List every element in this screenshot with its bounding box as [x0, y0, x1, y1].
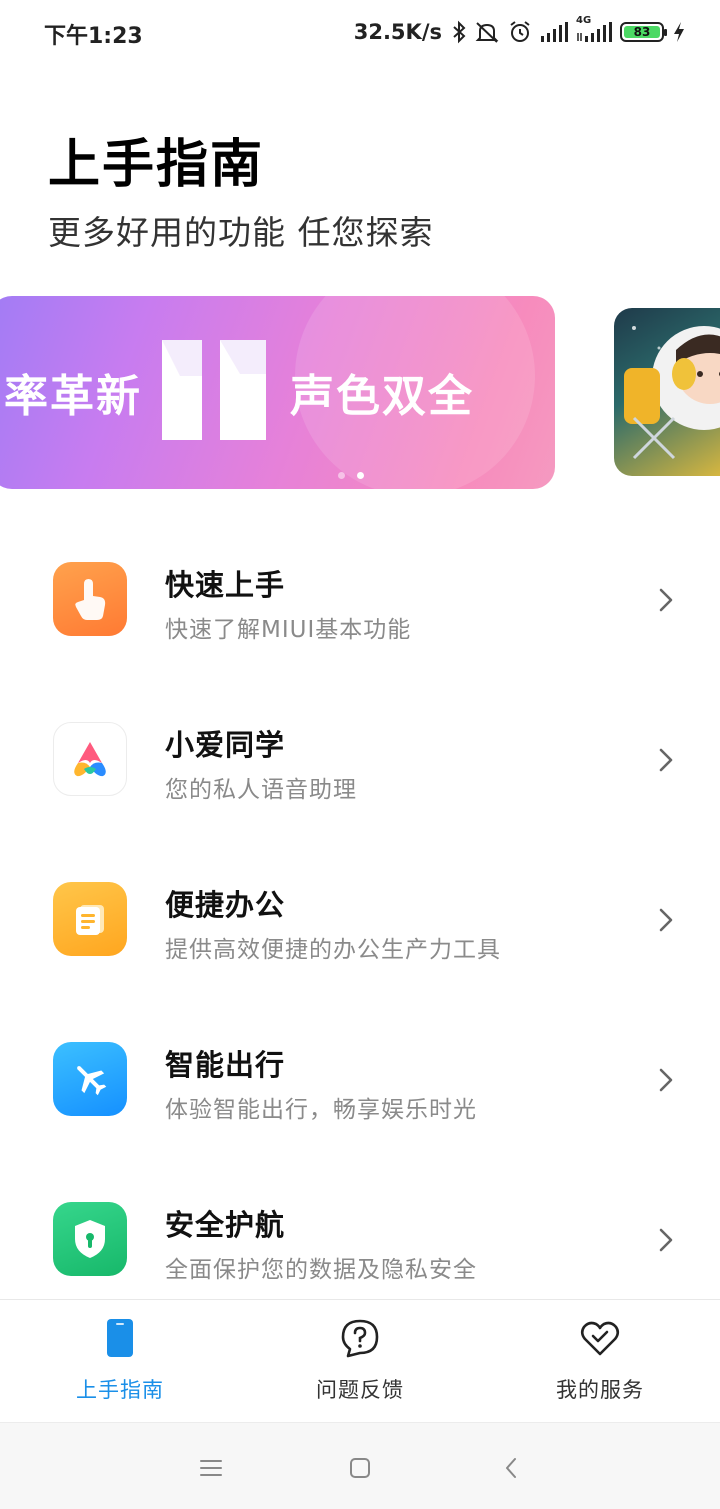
- tab-feedback[interactable]: 问题反馈: [240, 1300, 480, 1422]
- tab-guide[interactable]: 上手指南: [0, 1300, 240, 1422]
- system-nav-bar: [0, 1422, 720, 1509]
- list-item-desc: 提供高效便捷的办公生产力工具: [165, 937, 501, 963]
- chevron-right-icon: [659, 908, 673, 932]
- list-item-travel[interactable]: 智能出行 体验智能出行，畅享娱乐时光: [0, 1000, 720, 1160]
- status-bar: 下午1:23 32.5K/s 4G 83: [0, 0, 720, 64]
- list-item-desc: 体验智能出行，畅享娱乐时光: [165, 1097, 477, 1123]
- banner-text-right: 声色双全: [290, 371, 474, 422]
- feature-list: 快速上手 快速了解MIUI基本功能 小爱同学 您的私人语音助理 便捷办公 提供高…: [0, 520, 720, 1320]
- banner-next-slide[interactable]: [614, 308, 720, 476]
- xiaoai-icon: [53, 722, 127, 796]
- tab-my-services[interactable]: 我的服务: [480, 1300, 720, 1422]
- network-speed: 32.5K/s: [353, 20, 442, 44]
- signal-4g-icon: 4G: [576, 15, 612, 43]
- chevron-right-icon: [659, 1068, 673, 1092]
- carousel-dot-active: [357, 472, 364, 479]
- chevron-right-icon: [659, 588, 673, 612]
- shield-icon: [53, 1202, 127, 1276]
- list-item-desc: 您的私人语音助理: [165, 777, 357, 803]
- chevron-right-icon: [659, 748, 673, 772]
- home-icon: [350, 1458, 370, 1478]
- question-bubble-icon: [338, 1316, 382, 1360]
- banner-text-left: 率革新: [4, 371, 142, 422]
- list-item-title: 安全护航: [165, 1208, 286, 1242]
- astronaut-illustration: [624, 326, 720, 460]
- mute-icon: [474, 20, 500, 44]
- list-item-quick-start[interactable]: 快速上手 快速了解MIUI基本功能: [0, 520, 720, 680]
- network-type-label: 4G: [576, 15, 592, 26]
- status-icons: 32.5K/s 4G 83: [353, 15, 686, 48]
- tab-label: 上手指南: [76, 1378, 164, 1402]
- list-item-title: 便捷办公: [165, 888, 286, 922]
- carousel-dot: [338, 472, 345, 479]
- menu-button[interactable]: [198, 1455, 224, 1481]
- heart-check-icon: [578, 1316, 622, 1360]
- chevron-right-icon: [659, 1228, 673, 1252]
- tap-hand-icon: [53, 562, 127, 636]
- banner-number-graphic: [162, 340, 266, 440]
- list-item-title: 小爱同学: [165, 728, 286, 762]
- list-item-desc: 全面保护您的数据及隐私安全: [165, 1257, 477, 1283]
- page-subtitle: 更多好用的功能 任您探索: [48, 213, 434, 252]
- page-title: 上手指南: [48, 135, 265, 195]
- alarm-icon: [508, 20, 532, 44]
- airplane-icon: [53, 1042, 127, 1116]
- phone-icon: [98, 1316, 142, 1360]
- battery-icon: 83: [620, 22, 667, 42]
- status-time: 下午1:23: [44, 24, 143, 49]
- battery-level: 83: [624, 25, 660, 39]
- tab-label: 问题反馈: [316, 1378, 404, 1402]
- carousel-indicator: [338, 472, 364, 479]
- list-item-title: 智能出行: [165, 1048, 286, 1082]
- home-button[interactable]: [347, 1455, 373, 1481]
- banner-slide[interactable]: 率革新 声色双全: [0, 296, 555, 489]
- list-item-xiaoai[interactable]: 小爱同学 您的私人语音助理: [0, 680, 720, 840]
- bluetooth-icon: [452, 20, 466, 44]
- notes-icon: [53, 882, 127, 956]
- list-item-desc: 快速了解MIUI基本功能: [165, 617, 412, 643]
- list-item-title: 快速上手: [165, 568, 286, 602]
- signal-icon: [540, 21, 568, 43]
- back-icon: [506, 1458, 516, 1478]
- charging-icon: [672, 21, 686, 43]
- list-item-security[interactable]: 安全护航 全面保护您的数据及隐私安全: [0, 1160, 720, 1320]
- tab-label: 我的服务: [556, 1378, 644, 1402]
- back-button[interactable]: [498, 1455, 524, 1481]
- bottom-tab-bar: 上手指南 问题反馈 我的服务: [0, 1299, 720, 1422]
- menu-icon: [200, 1460, 222, 1476]
- list-item-office[interactable]: 便捷办公 提供高效便捷的办公生产力工具: [0, 840, 720, 1000]
